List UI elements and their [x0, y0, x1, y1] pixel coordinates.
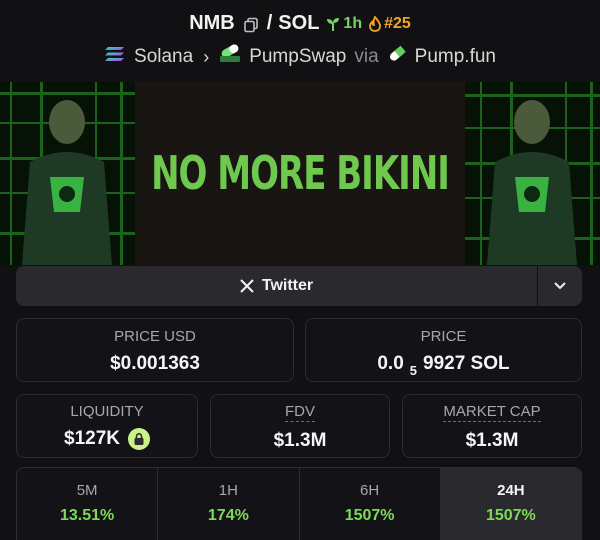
breadcrumb: Solana › PumpSwap via Pump.fun — [0, 44, 600, 70]
banner-title-panel: NO MORE BIKINI — [135, 82, 465, 265]
tab-5m[interactable]: 5M 13.51% — [17, 468, 159, 540]
banner-image-left — [0, 82, 135, 265]
tab-label: 1H — [218, 482, 238, 499]
pair-separator: / — [266, 12, 273, 34]
chevron-right-icon: › — [203, 46, 210, 67]
chevron-down-icon — [554, 282, 566, 290]
tab-change-value: 174% — [207, 507, 249, 524]
social-links: Twitter — [16, 266, 582, 306]
pair-title: NMB / SOL 1h #25 — [0, 12, 600, 35]
liquidity-label: LIQUIDITY — [70, 403, 144, 420]
trending-rank[interactable]: #25 — [368, 15, 411, 33]
market-cap-label[interactable]: MARKET CAP — [443, 403, 541, 422]
seedling-icon — [327, 17, 340, 31]
twitter-button[interactable]: Twitter — [16, 266, 537, 306]
tab-6h[interactable]: 6H 1507% — [300, 468, 441, 540]
price-native-card: PRICE 0.0 5 9927 SOL — [305, 318, 582, 382]
pair-age-value: 1h — [343, 14, 363, 32]
tab-label: 24H — [497, 482, 525, 499]
flame-icon — [369, 15, 381, 32]
x-logo-icon — [240, 279, 254, 293]
dex-link[interactable]: PumpSwap — [249, 46, 346, 68]
price-native-label: PRICE — [420, 328, 467, 345]
liquidity-value: $127K — [17, 428, 197, 450]
price-usd-card: PRICE USD $0.001363 — [16, 318, 294, 382]
banner-image-right — [465, 82, 600, 265]
chain-link[interactable]: Solana — [134, 46, 193, 68]
liquidity-card: LIQUIDITY $127K — [16, 394, 198, 458]
price-usd-value: $0.001363 — [110, 353, 200, 374]
copy-icon[interactable] — [243, 16, 259, 32]
pair-age: 1h — [325, 15, 362, 33]
banner-title: NO MORE BIKINI — [151, 146, 450, 201]
lock-icon[interactable] — [128, 428, 150, 450]
fdv-card: FDV $1.3M — [210, 394, 390, 458]
pill-icon — [387, 44, 407, 70]
trending-rank-value: #25 — [384, 14, 411, 32]
price-change-tabs: 5M 13.51% 1H 174% 6H 1507% 24H 1507% — [16, 467, 582, 540]
pumpswap-icon — [219, 44, 241, 70]
pair-header: NMB / SOL 1h #25 Solana › PumpSwap via P… — [0, 0, 600, 82]
more-links-button[interactable] — [538, 266, 582, 306]
quote-symbol: SOL — [278, 12, 320, 34]
market-cap-value: $1.3M — [465, 430, 519, 451]
token-banner: NO MORE BIKINI — [0, 82, 600, 265]
fdv-value: $1.3M — [273, 430, 327, 451]
tab-1h[interactable]: 1H 174% — [158, 468, 300, 540]
twitter-label: Twitter — [261, 277, 314, 294]
token-symbol: NMB — [189, 12, 235, 34]
via-label: via — [354, 46, 379, 67]
tab-change-value: 1507% — [344, 507, 395, 524]
tab-label: 6H — [360, 482, 380, 499]
solana-icon — [104, 45, 126, 69]
price-usd-label: PRICE USD — [114, 328, 196, 345]
tab-change-value: 1507% — [485, 507, 536, 524]
tab-label: 5M — [76, 482, 98, 499]
launchpad-link[interactable]: Pump.fun — [415, 46, 496, 68]
price-native-value: 0.0 5 9927 SOL — [377, 353, 510, 378]
tab-change-value: 13.51% — [59, 507, 115, 524]
fdv-label[interactable]: FDV — [285, 403, 315, 422]
tab-24h[interactable]: 24H 1507% — [440, 468, 581, 540]
market-cap-card: MARKET CAP $1.3M — [402, 394, 582, 458]
